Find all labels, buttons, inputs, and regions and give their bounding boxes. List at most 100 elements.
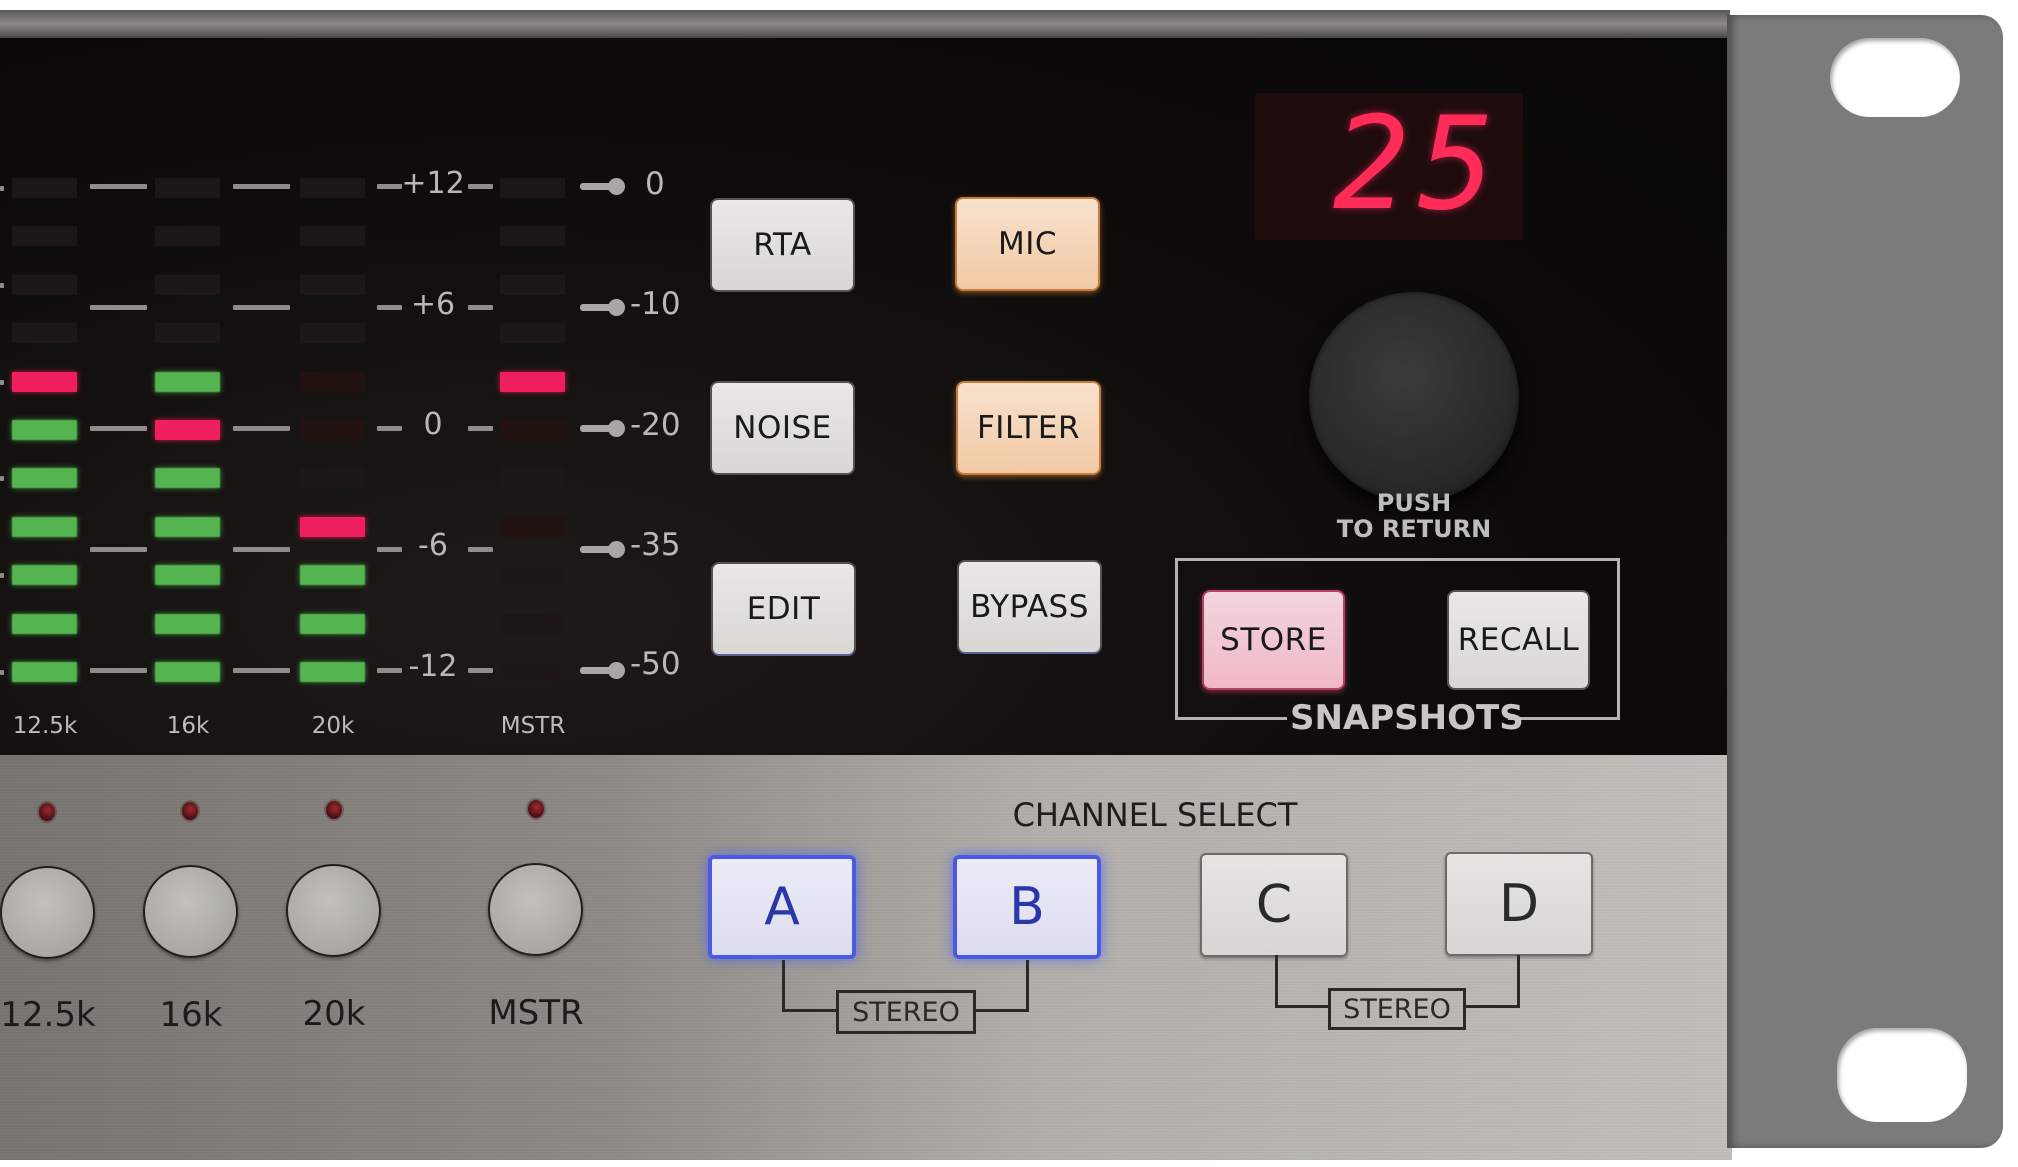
- meter-tick: [468, 547, 493, 552]
- snapshots-frame-line: [1508, 717, 1620, 720]
- stereo-link-line: [782, 1009, 838, 1012]
- channel-a-label: A: [764, 877, 800, 937]
- meter-led: [300, 565, 365, 585]
- meter-tick: [377, 305, 402, 310]
- meter-band-label: MSTR: [500, 713, 566, 739]
- meter-led: [155, 468, 220, 488]
- meter-tick: [90, 305, 147, 310]
- meter-tick: [377, 184, 402, 189]
- knob-label-line2: TO RETURN: [1336, 515, 1492, 543]
- stereo-link-ab: STEREO: [836, 990, 976, 1034]
- filter-button-label: FILTER: [976, 410, 1081, 446]
- bypass-button[interactable]: BYPASS: [957, 560, 1102, 654]
- meter-led: [12, 323, 77, 343]
- band-indicator-led: [182, 802, 198, 820]
- meter-led: [500, 178, 565, 198]
- rack-ear: [1727, 15, 2003, 1148]
- meter-led: [500, 226, 565, 246]
- meter-right-scale-label: -50: [630, 646, 681, 682]
- knob-label-line1: PUSH: [1376, 489, 1452, 517]
- mic-button-label: MIC: [997, 226, 1058, 262]
- mic-button[interactable]: MIC: [955, 197, 1100, 291]
- right-scale-dot: [608, 420, 625, 437]
- band-indicator-led: [39, 803, 55, 821]
- meter-led: [12, 614, 77, 634]
- meter-tick: [233, 426, 290, 431]
- band-indicator-led: [528, 800, 544, 818]
- meter-led: [500, 323, 565, 343]
- meter-led: [500, 614, 565, 634]
- meter-led: [500, 517, 565, 537]
- meter-led: [300, 178, 365, 198]
- filter-button[interactable]: FILTER: [956, 381, 1101, 475]
- meter-led: [12, 662, 77, 682]
- stereo-link-line: [1026, 960, 1029, 1012]
- meter-led: [12, 517, 77, 537]
- meter-led: [155, 323, 220, 343]
- meter-led: [500, 420, 565, 440]
- meter-tick: [233, 547, 290, 552]
- stereo-link-line: [782, 960, 785, 1012]
- meter-led: [12, 178, 77, 198]
- band-button-16k[interactable]: [143, 865, 238, 958]
- meter-tick: [233, 184, 290, 189]
- meter-right-scale-label: -20: [630, 407, 681, 443]
- meter-tick: [0, 573, 4, 578]
- meter-tick: [377, 668, 402, 673]
- data-encoder-knob[interactable]: [1309, 292, 1519, 502]
- stereo-link-line: [1463, 1005, 1520, 1008]
- meter-tick: [233, 668, 290, 673]
- band-button-mstr[interactable]: [488, 863, 583, 956]
- channel-c-button[interactable]: C: [1200, 853, 1348, 957]
- meter-led: [300, 420, 365, 440]
- noise-button[interactable]: NOISE: [710, 381, 855, 475]
- stereo-link-line: [973, 1009, 1029, 1012]
- meter-led: [155, 372, 220, 392]
- knob-label: PUSH TO RETURN: [1294, 490, 1534, 542]
- band-button-label: 12.5k: [0, 995, 96, 1035]
- stereo-link-line: [1517, 955, 1520, 1008]
- band-button-12-5k[interactable]: [0, 866, 95, 959]
- meter-scale-label: -12: [408, 649, 458, 684]
- meter-led: [155, 614, 220, 634]
- band-button-label: 16k: [159, 995, 223, 1035]
- meter-tick: [90, 184, 147, 189]
- stereo-label: STEREO: [1343, 993, 1451, 1025]
- right-scale-dot: [608, 541, 625, 558]
- channel-a-button[interactable]: A: [708, 855, 856, 959]
- meter-tick: [0, 476, 4, 481]
- meter-led: [500, 565, 565, 585]
- channel-d-button[interactable]: D: [1445, 852, 1593, 956]
- meter-led: [500, 662, 565, 682]
- meter-led: [155, 517, 220, 537]
- meter-led: [155, 275, 220, 295]
- channel-c-label: C: [1255, 875, 1293, 935]
- meter-led: [155, 178, 220, 198]
- channel-b-button[interactable]: B: [953, 855, 1101, 959]
- meter-led: [300, 468, 365, 488]
- meter-led: [500, 275, 565, 295]
- channel-select-label: CHANNEL SELECT: [1012, 796, 1298, 834]
- meter-tick: [0, 283, 4, 288]
- recall-button[interactable]: RECALL: [1447, 590, 1590, 690]
- meter-tick: [468, 426, 493, 431]
- channel-b-label: B: [1009, 877, 1045, 937]
- meter-led: [300, 372, 365, 392]
- band-indicator-led: [326, 801, 342, 819]
- stereo-link-cd: STEREO: [1328, 988, 1466, 1030]
- meter-led: [300, 517, 365, 537]
- edit-button[interactable]: EDIT: [711, 562, 856, 656]
- rack-mount-hole-top: [1830, 38, 1960, 117]
- band-button-label: MSTR: [488, 993, 584, 1033]
- store-button[interactable]: STORE: [1202, 590, 1345, 690]
- display-value: 25: [1332, 90, 1503, 239]
- rack-mount-hole-bottom: [1837, 1028, 1967, 1122]
- noise-button-label: NOISE: [733, 410, 832, 446]
- meter-tick: [468, 305, 493, 310]
- meter-tick: [377, 547, 402, 552]
- rta-button[interactable]: RTA: [710, 198, 855, 292]
- meter-led: [155, 565, 220, 585]
- bypass-button-label: BYPASS: [970, 589, 1089, 625]
- band-button-20k[interactable]: [286, 864, 381, 957]
- meter-right-scale-label: -35: [630, 527, 681, 563]
